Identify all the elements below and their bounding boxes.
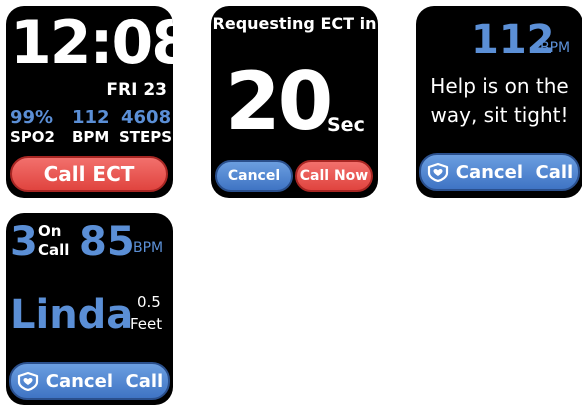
cancel-call-label: Cancel Call bbox=[45, 370, 164, 392]
bpm-value: 112 bbox=[72, 107, 110, 128]
call-ect-label: Call ECT bbox=[43, 162, 135, 186]
cancel-label: Cancel bbox=[227, 168, 281, 184]
countdown-unit: Sec bbox=[327, 114, 365, 136]
clock-time: 12:08 bbox=[10, 8, 173, 78]
bpm-label: BPM bbox=[133, 240, 164, 256]
countdown-title: Requesting ECT in bbox=[212, 14, 377, 33]
cancel-button[interactable]: Cancel bbox=[215, 160, 293, 192]
steps-label: STEPS bbox=[119, 128, 173, 146]
cancel-call-button[interactable]: Cancel Call bbox=[419, 153, 580, 191]
cancel-call-button[interactable]: Cancel Call bbox=[9, 362, 170, 400]
steps-value: 4608 bbox=[121, 107, 172, 128]
distance-value: 0.5 bbox=[137, 293, 161, 311]
call-now-label: Call Now bbox=[299, 168, 369, 184]
watch-screen-responder: 3 On Call 85 BPM Linda 0.5 Feet Cancel C… bbox=[6, 213, 173, 405]
watch-screen-home: 12:08 FRI 23 99% SPO2 112 BPM 4608 STEPS… bbox=[6, 6, 173, 198]
on-call-count: 3 bbox=[10, 219, 38, 265]
spo2-label: SPO2 bbox=[10, 128, 55, 146]
responder-name: Linda bbox=[10, 292, 134, 338]
on-call-label-line1: On bbox=[38, 222, 62, 240]
on-call-label-line2: Call bbox=[38, 241, 70, 259]
shield-heart-icon bbox=[426, 162, 450, 182]
bpm-label: BPM bbox=[540, 40, 571, 56]
call-ect-button[interactable]: Call ECT bbox=[10, 156, 168, 192]
distance-unit: Feet bbox=[130, 315, 163, 333]
spo2-value: 99% bbox=[10, 107, 54, 128]
help-message-line1: Help is on the bbox=[430, 74, 569, 98]
watch-screen-countdown: Requesting ECT in 20 Sec Cancel Call Now bbox=[211, 6, 378, 198]
watch-screen-help: 112 BPM Help is on the way, sit tight! C… bbox=[416, 6, 582, 198]
countdown-number: 20 bbox=[225, 55, 333, 148]
date-label: FRI 23 bbox=[106, 80, 167, 100]
bpm-label: BPM bbox=[72, 128, 110, 146]
help-message-line2: way, sit tight! bbox=[430, 103, 569, 127]
call-now-button[interactable]: Call Now bbox=[295, 160, 373, 192]
cancel-call-label: Cancel Call bbox=[455, 161, 574, 183]
shield-heart-icon bbox=[16, 371, 40, 391]
bpm-value: 85 bbox=[79, 219, 135, 265]
